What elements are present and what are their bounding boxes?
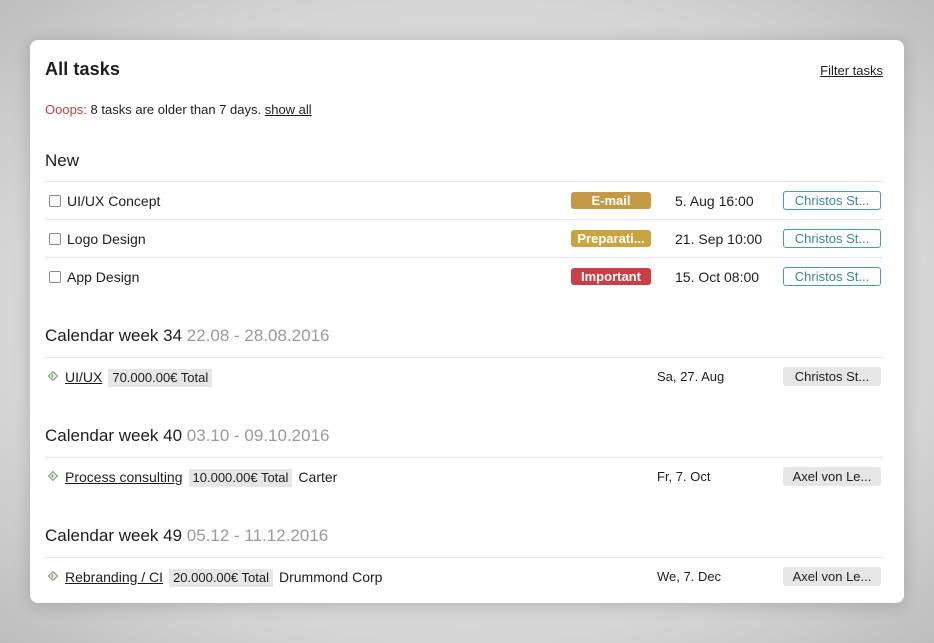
project-date: Sa, 27. Aug (657, 369, 725, 384)
client-name: Carter (298, 469, 338, 485)
filter-tasks-link[interactable]: Filter tasks (820, 63, 883, 78)
assignee-button[interactable]: Axel von Le... (783, 567, 881, 586)
project-link[interactable]: Process consulting (65, 469, 183, 485)
project-row: Process consulting 10.000.00€ Total Carter… (45, 457, 883, 496)
task-due: 15. Oct 08:00 (675, 269, 760, 285)
week-range: 05.12 - 11.12.2016 (186, 526, 329, 545)
task-tag[interactable]: Important (571, 268, 651, 285)
diamond-icon (48, 471, 58, 481)
assignee-button[interactable]: Christos St... (783, 191, 881, 210)
week-title: Calendar week 40 (45, 426, 183, 445)
project-row: UI/UX 70.000.00€ Total Sa, 27. Aug Christ… (45, 357, 883, 396)
project-date: Fr, 7. Oct (657, 469, 711, 484)
diamond-icon (48, 571, 58, 581)
project-info: Process consulting 10.000.00€ Total Carter (65, 458, 337, 496)
assignee-button[interactable]: Christos St... (783, 367, 881, 386)
amount-badge: 70.000.00€ Total (108, 369, 213, 388)
task-row: UI/UX Concept E-mail 5. Aug 16:00 Christ… (45, 181, 883, 220)
week-title: Calendar week 34 (45, 326, 183, 345)
task-due: 21. Sep 10:00 (675, 231, 763, 247)
task-tag[interactable]: E-mail (571, 192, 651, 209)
page-title: All tasks (45, 59, 120, 79)
task-row: Logo Design Preparati... 21. Sep 10:00 C… (45, 219, 883, 258)
project-row: Rebranding / CI 20.000.00€ Total Drummond … (45, 557, 883, 596)
amount-badge: 10.000.00€ Total (188, 469, 293, 488)
alert-prefix: Ooops: (45, 102, 87, 117)
week-title: Calendar week 49 (45, 526, 183, 545)
section-title-week: Calendar week 40 03.10 - 09.10.2016 (45, 426, 330, 446)
assignee-button[interactable]: Axel von Le... (783, 467, 881, 486)
section-title-week: Calendar week 34 22.08 - 28.08.2016 (45, 326, 330, 346)
task-checkbox[interactable] (49, 233, 61, 245)
week-range: 03.10 - 09.10.2016 (186, 426, 330, 445)
task-checkbox[interactable] (49, 195, 61, 207)
show-all-link[interactable]: show all (265, 102, 312, 117)
task-tag[interactable]: Preparati... (571, 230, 651, 247)
week-range: 22.08 - 28.08.2016 (186, 326, 330, 345)
project-info: UI/UX 70.000.00€ Total (65, 358, 218, 396)
client-name: Drummond Corp (278, 569, 383, 585)
project-date: We, 7. Dec (657, 569, 722, 584)
assignee-button[interactable]: Christos St... (783, 229, 881, 248)
task-name: UI/UX Concept (67, 193, 161, 209)
tasks-panel: All tasks Filter tasks Ooops: 8 tasks ar… (30, 40, 904, 603)
task-due: 5. Aug 16:00 (675, 193, 754, 209)
section-title-new: New (45, 151, 80, 170)
task-name: Logo Design (67, 231, 146, 247)
project-link[interactable]: UI/UX (65, 369, 102, 385)
project-info: Rebranding / CI 20.000.00€ Total Drummond … (65, 558, 382, 596)
assignee-button[interactable]: Christos St... (783, 267, 881, 286)
alert-message: 8 tasks are older than 7 days. (90, 102, 262, 117)
task-checkbox[interactable] (49, 271, 61, 283)
task-name: App Design (67, 269, 140, 285)
overdue-alert: Ooops: 8 tasks are older than 7 days. sh… (45, 102, 312, 117)
task-row: App Design Important 15. Oct 08:00 Chris… (45, 257, 883, 296)
project-link[interactable]: Rebranding / CI (65, 569, 163, 585)
diamond-icon (48, 371, 58, 381)
amount-badge: 20.000.00€ Total (169, 569, 273, 588)
section-title-week: Calendar week 49 05.12 - 11.12.2016 (45, 526, 328, 546)
